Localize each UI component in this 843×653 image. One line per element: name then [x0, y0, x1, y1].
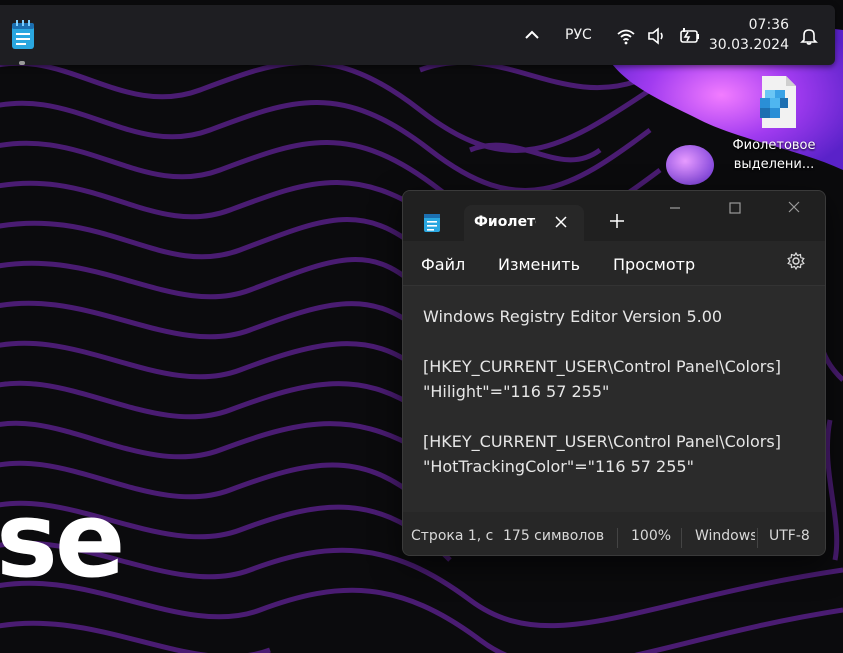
registry-file-icon: [760, 76, 796, 128]
new-tab-icon[interactable]: [606, 210, 628, 232]
taskbar: РУС 07:36 30.03.2024: [0, 5, 835, 65]
status-separator: [757, 528, 758, 548]
status-encoding[interactable]: UTF-8: [769, 528, 810, 544]
document-content[interactable]: Windows Registry Editor Version 5.00 [HK…: [423, 304, 781, 479]
desktop-icon-label: Фиолетовое выделени...: [732, 138, 816, 172]
running-indicator: [19, 61, 25, 65]
status-separator: [617, 528, 618, 548]
tab-title: Фиолетовое выделение: [474, 214, 536, 230]
system-tray[interactable]: [616, 25, 702, 47]
close-window-icon[interactable]: [774, 197, 814, 219]
desktop-icon-registry-file[interactable]: Фиолетовое выделени...: [728, 72, 820, 174]
clock[interactable]: 07:36 30.03.2024: [709, 15, 789, 55]
taskbar-notepad-app[interactable]: [10, 19, 36, 65]
battery-icon[interactable]: [678, 25, 702, 47]
menu-bar: Файл Изменить Просмотр: [403, 241, 825, 285]
text-editor[interactable]: Windows Registry Editor Version 5.00 [HK…: [403, 285, 825, 512]
volume-icon[interactable]: [646, 25, 668, 47]
menu-file[interactable]: Файл: [421, 255, 465, 274]
status-zoom[interactable]: 100%: [631, 528, 671, 544]
status-chars: 175 символов: [503, 528, 605, 544]
gear-icon[interactable]: [786, 251, 806, 271]
status-bar: Строка 1, столбец 1 175 символов 100% Wi…: [403, 522, 825, 555]
status-line-ending[interactable]: Windows (CRLF): [695, 528, 755, 544]
language-indicator[interactable]: РУС: [565, 27, 592, 43]
menu-view[interactable]: Просмотр: [613, 255, 695, 274]
minimize-icon[interactable]: [655, 197, 695, 219]
clock-time: 07:36: [748, 17, 789, 33]
bell-icon[interactable]: [799, 26, 819, 46]
notepad-icon: [424, 214, 440, 232]
wallpaper-text: se: [0, 479, 125, 601]
close-tab-icon[interactable]: [550, 211, 572, 233]
wifi-icon[interactable]: [616, 25, 636, 47]
status-position: Строка 1, столбец 1: [411, 528, 493, 544]
notepad-icon: [12, 20, 34, 49]
maximize-icon[interactable]: [715, 197, 755, 219]
menu-edit[interactable]: Изменить: [498, 255, 580, 274]
title-bar[interactable]: Фиолетовое выделение: [403, 191, 825, 241]
tab-document[interactable]: Фиолетовое выделение: [464, 205, 584, 241]
clock-date: 30.03.2024: [708, 37, 789, 53]
status-separator: [681, 528, 682, 548]
notepad-window: Фиолетовое выделение Файл Изменить Просм…: [402, 190, 826, 556]
chevron-up-icon[interactable]: [522, 25, 542, 45]
